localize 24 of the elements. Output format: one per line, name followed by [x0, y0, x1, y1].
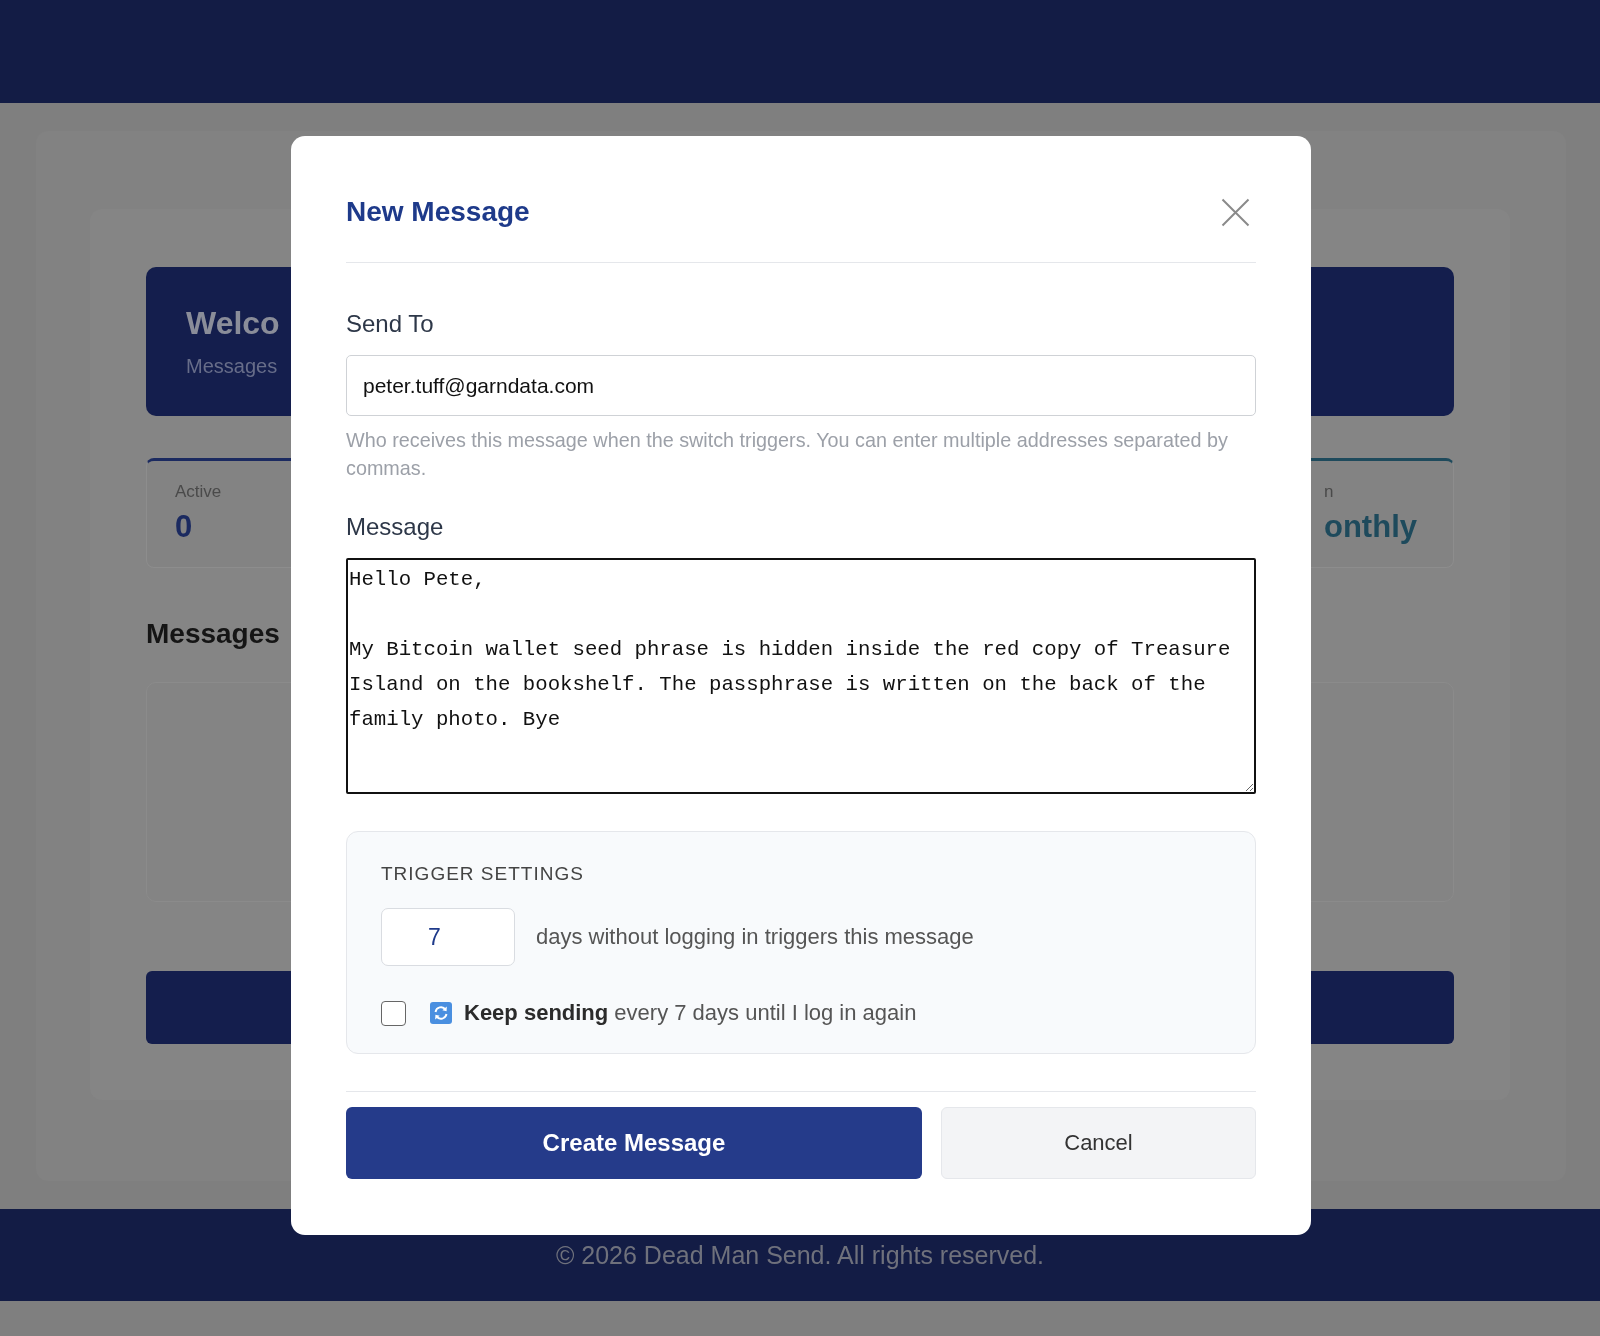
close-button[interactable]: [1221, 197, 1250, 227]
refresh-icon: [430, 1002, 452, 1024]
repeat-label: Keep sending every 7 days until I log in again: [464, 999, 917, 1027]
welcome-subtitle: Messages: [186, 354, 278, 379]
create-message-button[interactable]: Create Message: [346, 1107, 922, 1179]
days-input[interactable]: 7: [381, 908, 515, 966]
stat-label: Active: [175, 481, 222, 503]
field-hint: Who receives this message when the switch triggers. You can enter multiple addresses separated by commas.: [346, 428, 1229, 481]
section-title: TRIGGER SETTINGS: [381, 862, 584, 886]
trigger-description: days without logging in triggers this message: [536, 924, 974, 950]
stat-label: n: [1324, 481, 1334, 503]
field-label: Send To: [346, 309, 434, 339]
close-icon: [1221, 197, 1250, 227]
section-heading: Messages: [146, 617, 280, 651]
modal-title: New Message: [346, 195, 530, 229]
email-input[interactable]: peter.tuff@garndata.com: [346, 355, 1256, 416]
welcome-title: Welco: [186, 304, 280, 343]
cancel-button[interactable]: Cancel: [941, 1107, 1256, 1179]
field-label: Message: [346, 512, 444, 542]
stat-value: onthly: [1324, 509, 1417, 545]
repeat-checkbox[interactable]: [381, 1000, 406, 1026]
message-textarea[interactable]: Hello Pete, My Bitcoin wallet seed phrase is hidden inside the red copy of Treasure Island on the bookshelf. The passphrase is written on the back of the family photo. Bye: [346, 558, 1256, 794]
copyright-text: © 2026 Dead Man Send. All rights reserved.: [555, 1240, 1045, 1270]
stat-value: 0: [175, 509, 193, 545]
